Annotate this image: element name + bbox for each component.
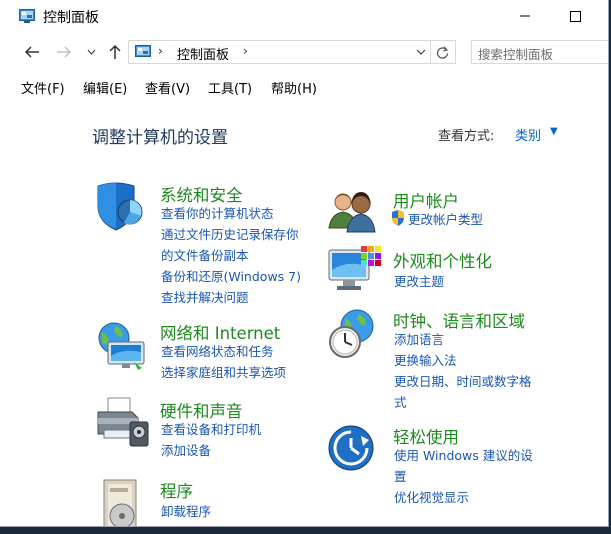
view-by-dropdown[interactable]: 类别 [515, 125, 541, 144]
link-view-computer-status[interactable]: 查看你的计算机状态 [161, 206, 274, 222]
menu-help[interactable]: 帮助(H) [271, 78, 317, 97]
globe-network-icon[interactable] [94, 318, 152, 372]
up-button[interactable] [104, 41, 126, 63]
link-homegroup-sharing[interactable]: 选择家庭组和共享选项 [161, 365, 286, 381]
breadcrumb-separator[interactable]: › [158, 44, 163, 58]
control-panel-icon [19, 9, 35, 23]
link-change-account-type[interactable]: 更改帐户类型 [408, 212, 483, 228]
chevron-down-icon [416, 49, 426, 55]
link-change-date-time-format-cont[interactable]: 式 [394, 395, 407, 411]
forward-button[interactable] [52, 41, 76, 63]
maximize-icon [569, 10, 581, 22]
page-title: 调整计算机的设置 [92, 128, 228, 148]
link-optimize-visual-display[interactable]: 优化视觉显示 [394, 490, 469, 506]
up-arrow-icon [109, 44, 121, 59]
link-windows-suggested-settings[interactable]: 使用 Windows 建议的设 [394, 448, 533, 464]
category-title-user-accounts[interactable]: 用户帐户 [393, 188, 459, 212]
link-network-status[interactable]: 查看网络状态和任务 [161, 344, 274, 360]
refresh-icon [436, 46, 449, 59]
link-change-date-time-format[interactable]: 更改日期、时间或数字格 [394, 374, 532, 390]
display-icon[interactable] [327, 244, 385, 298]
title-bar: 控制面板 [0, 0, 608, 34]
control-panel-icon [135, 45, 151, 57]
breadcrumb-separator[interactable]: › [243, 44, 248, 58]
users-icon[interactable] [327, 184, 385, 238]
link-backup-restore[interactable]: 备份和还原(Windows 7) [161, 269, 301, 285]
ease-of-access-icon[interactable] [327, 422, 385, 476]
main-content: 调整计算机的设置 查看方式: 类别 ▼ 系统和安全 查看你的计算机状态 通过文件… [0, 104, 608, 527]
recent-locations-button[interactable] [84, 41, 98, 63]
category-title-ease-of-access[interactable]: 轻松使用 [393, 424, 459, 448]
maximize-button[interactable] [552, 0, 598, 32]
category-title-appearance[interactable]: 外观和个性化 [393, 248, 492, 272]
control-panel-window: 控制面板 › 控制面板 › 搜索控制面板 文件(F) 编辑(E) 查看(V) 工… [0, 0, 609, 527]
link-uninstall-program[interactable]: 卸载程序 [161, 504, 211, 520]
menu-view[interactable]: 查看(V) [145, 78, 190, 97]
chevron-down-icon[interactable]: ▼ [550, 126, 558, 137]
window-title: 控制面板 [43, 10, 99, 26]
back-button[interactable] [20, 41, 44, 63]
category-title-network-internet[interactable]: 网络和 Internet [160, 320, 280, 344]
breadcrumb-control-panel[interactable]: 控制面板 [177, 44, 229, 63]
search-input[interactable]: 搜索控制面板 [471, 40, 608, 64]
clock-globe-icon[interactable] [327, 306, 385, 360]
minimize-button[interactable] [502, 0, 548, 32]
category-title-clock-region[interactable]: 时钟、语言和区域 [393, 308, 525, 332]
category-title-programs[interactable]: 程序 [160, 478, 193, 502]
back-arrow-icon [24, 46, 39, 58]
menu-tools[interactable]: 工具(T) [208, 78, 252, 97]
link-devices-printers[interactable]: 查看设备和打印机 [161, 422, 261, 438]
menu-file[interactable]: 文件(F) [21, 78, 65, 97]
address-history-dropdown[interactable] [416, 43, 426, 59]
programs-icon[interactable] [94, 476, 152, 527]
link-file-history-cont[interactable]: 的文件备份副本 [161, 248, 249, 264]
category-title-hardware-sound[interactable]: 硬件和声音 [160, 398, 243, 422]
menu-bar: 文件(F) 编辑(E) 查看(V) 工具(T) 帮助(H) [0, 74, 608, 102]
recent-locations-icon [87, 49, 95, 55]
address-field[interactable]: › 控制面板 › [128, 40, 456, 64]
category-title-system-security[interactable]: 系统和安全 [160, 182, 243, 206]
link-add-language[interactable]: 添加语言 [394, 332, 444, 348]
refresh-button[interactable] [430, 40, 454, 64]
menu-edit[interactable]: 编辑(E) [83, 78, 127, 97]
link-change-theme[interactable]: 更改主题 [394, 274, 444, 290]
link-troubleshoot[interactable]: 查找并解决问题 [161, 290, 249, 306]
link-change-input-method[interactable]: 更换输入法 [394, 353, 457, 369]
uac-shield-icon [392, 210, 404, 226]
minimize-icon [520, 15, 530, 17]
link-windows-suggested-settings-cont[interactable]: 置 [394, 469, 407, 485]
link-file-history[interactable]: 通过文件历史记录保存你 [161, 227, 299, 243]
address-bar: › 控制面板 › 搜索控制面板 [0, 36, 608, 68]
forward-arrow-icon [57, 46, 72, 58]
printer-icon[interactable] [94, 396, 152, 450]
shield-icon[interactable] [94, 180, 152, 234]
link-add-device[interactable]: 添加设备 [161, 443, 211, 459]
view-by-label: 查看方式: [438, 129, 495, 144]
